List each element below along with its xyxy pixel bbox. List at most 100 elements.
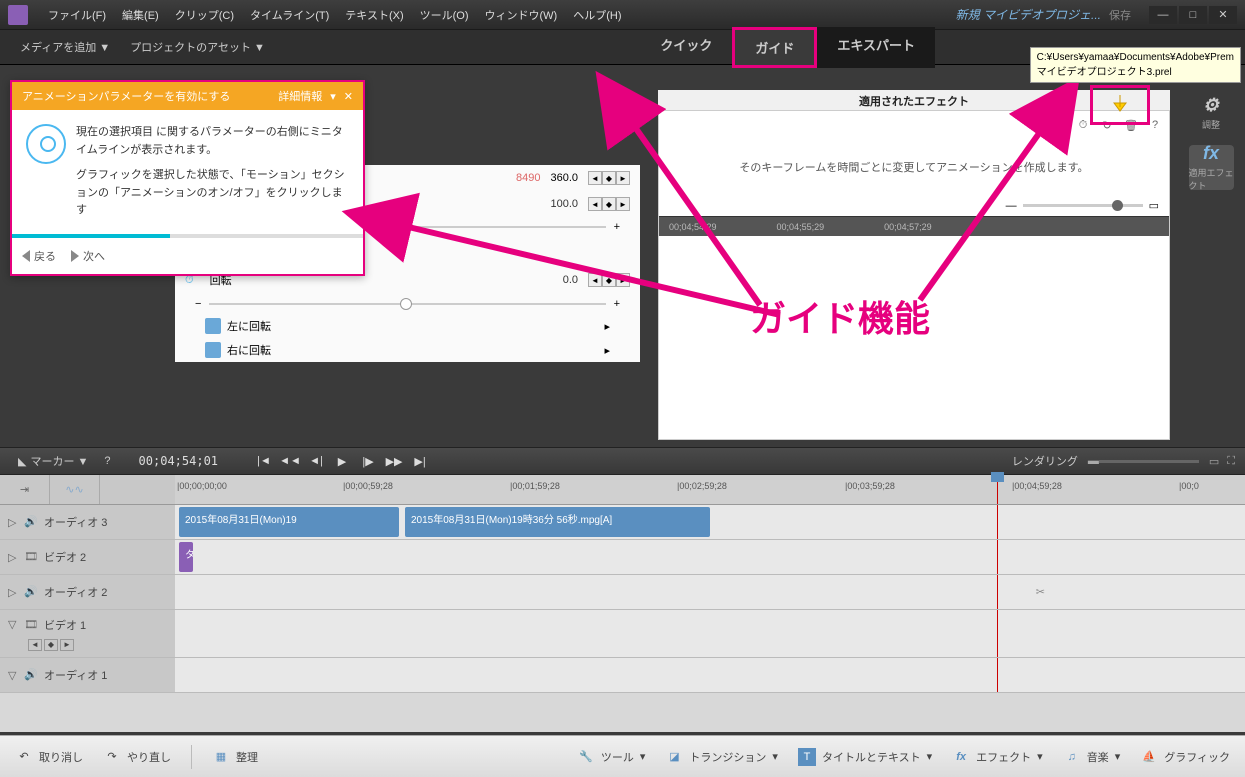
track-label: ビデオ 1 (44, 617, 86, 633)
next-icon[interactable]: ► (60, 639, 74, 651)
zoom-in-icon[interactable]: ▭ (1209, 455, 1219, 468)
render-label[interactable]: レンダリング (1012, 453, 1078, 469)
collapse-icon[interactable]: ▷ (8, 586, 18, 599)
track-content[interactable]: 2015年08月31日(Mon)19 2015年08月31日(Mon)19時36… (175, 505, 1245, 539)
playhead-handle[interactable] (991, 472, 1004, 482)
track-content[interactable]: タ (175, 540, 1245, 574)
scissors-icon[interactable]: ✂ (1036, 586, 1045, 599)
help-button[interactable]: ? (96, 453, 118, 469)
slider-track[interactable] (209, 303, 605, 305)
project-assets-dropdown[interactable]: プロジェクトのアセット ▼ (120, 35, 275, 59)
rotate-right-row[interactable]: 右に回転 ▸ (175, 338, 640, 362)
eye-icon[interactable]: 👁 (1051, 117, 1067, 133)
guide-back-label: 戻る (34, 248, 56, 264)
guide-collapse-icon[interactable]: ▾ (330, 90, 336, 103)
transition-button[interactable]: ◪ トランジション ▾ (665, 748, 778, 766)
menu-file[interactable]: ファイル(F) (40, 3, 114, 27)
slider-thumb[interactable] (400, 298, 412, 310)
rotate-right-icon (205, 342, 221, 358)
menu-edit[interactable]: 編集(E) (114, 3, 167, 27)
tool-button[interactable]: 🔧 ツール ▾ (577, 748, 646, 766)
rotation-value[interactable]: 0.0 (563, 274, 578, 286)
timeline-ruler[interactable]: |00;00;00;00 |00;00;59;28 |00;01;59;28 |… (175, 475, 1245, 504)
marker-label: マーカー ▼ (30, 453, 88, 469)
zoom-slider[interactable] (1099, 460, 1199, 463)
collapse-icon[interactable]: ▽ (8, 618, 18, 631)
clip[interactable]: 2015年08月31日(Mon)19 (179, 507, 399, 537)
next-frame-button[interactable]: ▶▶ (383, 451, 405, 471)
film-icon[interactable]: 🎞 (24, 550, 38, 564)
minimize-button[interactable]: — (1149, 6, 1177, 24)
ruler-tick: 00;04;57;29 (884, 222, 932, 232)
zoom-out-icon[interactable]: — (1006, 200, 1017, 212)
fullscreen-icon[interactable]: ⛶ (1227, 455, 1235, 468)
playhead-line (997, 540, 998, 574)
save-button[interactable]: 保存 (1109, 7, 1131, 23)
guide-close-button[interactable]: ✕ (344, 90, 353, 103)
marker-dropdown[interactable]: ◣ マーカー ▼ (10, 451, 96, 471)
track-content[interactable] (175, 658, 1245, 692)
collapse-icon[interactable]: ▷ (8, 516, 18, 529)
prev-frame-button[interactable]: ◄◄ (279, 451, 301, 471)
step-fwd-button[interactable]: |▶ (357, 451, 379, 471)
tab-quick[interactable]: クイック (640, 27, 732, 68)
clip[interactable]: 2015年08月31日(Mon)19時36分 56秒.mpg[A] (405, 507, 710, 537)
step-back-button[interactable]: ◄| (305, 451, 327, 471)
add-media-dropdown[interactable]: メディアを追加 ▼ (10, 35, 120, 59)
rotate-left-row[interactable]: 左に回転 ▸ (175, 314, 640, 338)
track-content[interactable]: ✂ (175, 575, 1245, 609)
plus-icon[interactable]: + (614, 221, 620, 233)
diamond-icon[interactable]: ◆ (44, 639, 58, 651)
menu-window[interactable]: ウィンドウ(W) (477, 3, 566, 27)
applied-effects-button[interactable]: fx 適用エフェクト (1189, 145, 1234, 190)
tab-guide[interactable]: ガイド (732, 27, 817, 68)
speaker-icon[interactable]: 🔊 (24, 585, 38, 599)
film-icon[interactable]: 🎞 (24, 618, 38, 632)
guide-detail-link[interactable]: 詳細情報 (278, 88, 322, 104)
collapse-icon[interactable]: ▷ (8, 551, 18, 564)
clip[interactable]: タ (179, 542, 193, 572)
maximize-button[interactable]: □ (1179, 6, 1207, 24)
zoom-in-icon[interactable]: ▭ (1149, 199, 1159, 212)
menu-timeline[interactable]: タイムライン(T) (242, 3, 337, 27)
adjust-button[interactable]: ⚙ 調整 (1189, 90, 1234, 135)
position-y[interactable]: 360.0 (550, 172, 578, 184)
menu-tool[interactable]: ツール(O) (412, 3, 477, 27)
redo-button[interactable]: ↷ やり直し (103, 748, 171, 766)
play-button[interactable]: ▶ (331, 451, 353, 471)
scale-value[interactable]: 100.0 (550, 198, 578, 210)
guide-back-button[interactable]: 戻る (22, 248, 56, 264)
plus-icon[interactable]: + (614, 298, 620, 310)
menu-text[interactable]: テキスト(X) (337, 3, 411, 27)
stopwatch-icon[interactable]: ⏱ (1075, 117, 1091, 133)
zoom-out-icon[interactable]: ▬ (1088, 455, 1099, 467)
tab-expert[interactable]: エキスパート (817, 27, 935, 68)
undo-button[interactable]: ↶ 取り消し (15, 748, 83, 766)
stepper[interactable]: ◄◆► (588, 197, 630, 211)
music-button[interactable]: ♫ 音楽 ▾ (1063, 748, 1121, 766)
stepper[interactable]: ◄◆► (588, 171, 630, 185)
waveform-button[interactable]: ∿∿ (50, 475, 100, 504)
goto-end-button[interactable]: ▶| (409, 451, 431, 471)
stepper[interactable]: ◄◆► (588, 273, 630, 287)
zoom-thumb[interactable] (1112, 200, 1123, 211)
close-button[interactable]: ✕ (1209, 6, 1237, 24)
snap-button[interactable]: ⇥ (0, 475, 50, 504)
title-text-button[interactable]: T タイトルとテキスト ▾ (798, 748, 932, 766)
effect-button[interactable]: fx エフェクト ▾ (952, 748, 1043, 766)
track-content[interactable] (175, 610, 1245, 657)
goto-start-button[interactable]: |◄ (253, 451, 275, 471)
menu-clip[interactable]: クリップ(C) (167, 3, 242, 27)
organize-button[interactable]: ▦ 整理 (212, 748, 258, 766)
zoom-track[interactable] (1023, 204, 1143, 207)
menu-help[interactable]: ヘルプ(H) (565, 3, 629, 27)
position-x[interactable]: 8490 (516, 172, 540, 184)
playhead[interactable] (997, 475, 998, 504)
collapse-icon[interactable]: ▽ (8, 669, 18, 682)
prev-icon[interactable]: ◄ (28, 639, 42, 651)
speaker-icon[interactable]: 🔊 (24, 668, 38, 682)
guide-next-button[interactable]: 次へ (71, 248, 105, 264)
speaker-icon[interactable]: 🔊 (24, 515, 38, 529)
minus-icon[interactable]: − (195, 298, 201, 310)
graphic-button[interactable]: ⛵ グラフィック (1140, 748, 1230, 766)
